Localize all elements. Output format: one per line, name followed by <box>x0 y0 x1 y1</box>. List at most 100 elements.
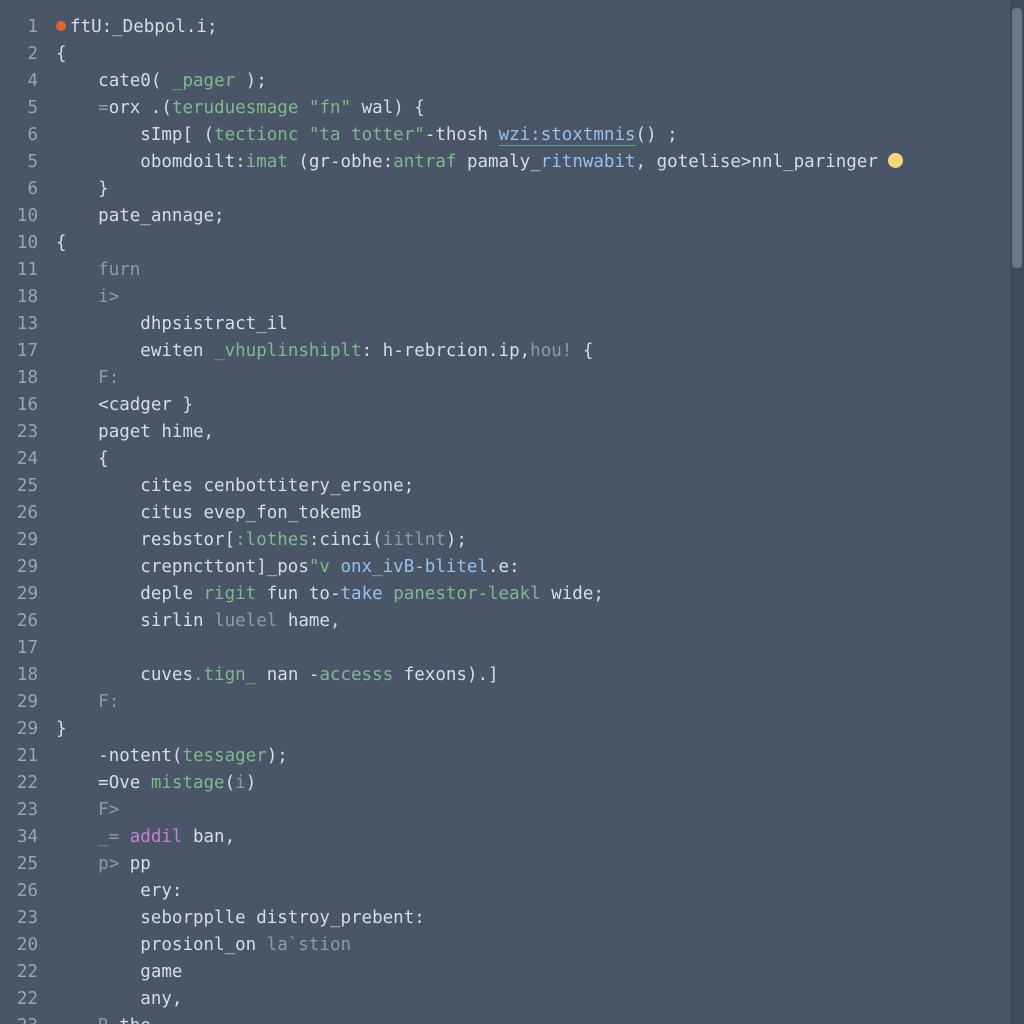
code-token: pp <box>130 854 151 874</box>
line-number[interactable]: 34 <box>0 824 48 851</box>
vertical-scrollbar[interactable] <box>1010 0 1024 1024</box>
line-number[interactable]: 4 <box>0 68 48 95</box>
code-line[interactable]: i> <box>56 284 1024 311</box>
code-token: deple <box>140 584 203 604</box>
code-token: gr-obhe: <box>309 152 393 172</box>
code-token: cites cenbottitery_ersone; <box>140 476 414 496</box>
code-line[interactable]: cate0( _pager ); <box>56 68 1024 95</box>
code-line[interactable]: sImp[ (tectionc "ta totter"-thosh wzi:st… <box>56 122 1024 149</box>
code-token: ( <box>151 71 172 91</box>
line-number[interactable]: 29 <box>0 581 48 608</box>
code-line[interactable]: resbstor[:lothes:cinci(iitlnt); <box>56 527 1024 554</box>
line-number[interactable]: 25 <box>0 851 48 878</box>
line-number[interactable]: 26 <box>0 608 48 635</box>
code-line[interactable]: seborpplle distroy_prebent: <box>56 905 1024 932</box>
line-number[interactable]: 23 <box>0 1013 48 1024</box>
code-line[interactable]: crepncttont]_pos"v onx_ivB-blitel.e: <box>56 554 1024 581</box>
line-number[interactable]: 29 <box>0 716 48 743</box>
code-line[interactable]: p> pp <box>56 851 1024 878</box>
code-line[interactable]: paget hime, <box>56 419 1024 446</box>
code-line[interactable]: cites cenbottitery_ersone; <box>56 473 1024 500</box>
code-line[interactable]: =orx .(teruduesmage "fn" wal) { <box>56 95 1024 122</box>
line-number[interactable]: 2 <box>0 41 48 68</box>
line-number[interactable]: 23 <box>0 419 48 446</box>
code-line[interactable]: { <box>56 41 1024 68</box>
code-line[interactable]: { <box>56 446 1024 473</box>
line-number[interactable]: 6 <box>0 176 48 203</box>
code-line[interactable]: deple rigit fun to-take panestor-leakl w… <box>56 581 1024 608</box>
line-number[interactable]: 13 <box>0 311 48 338</box>
line-number[interactable]: 18 <box>0 284 48 311</box>
code-line[interactable]: } <box>56 176 1024 203</box>
line-number[interactable]: 26 <box>0 500 48 527</box>
code-line[interactable]: prosionl_on la`stion <box>56 932 1024 959</box>
line-number[interactable]: 29 <box>0 554 48 581</box>
line-number[interactable]: 10 <box>0 203 48 230</box>
breakpoint-icon[interactable] <box>56 21 66 31</box>
code-line[interactable]: F: <box>56 365 1024 392</box>
code-token: iitlnt <box>383 530 446 550</box>
code-editor[interactable]: 1245656101011181317181623242526292929261… <box>0 0 1024 1024</box>
code-line[interactable]: F> <box>56 797 1024 824</box>
line-number[interactable]: 21 <box>0 743 48 770</box>
code-token: F> <box>98 800 119 820</box>
code-token: fexons) <box>404 665 478 685</box>
code-line[interactable]: game <box>56 959 1024 986</box>
line-number[interactable]: 17 <box>0 338 48 365</box>
line-number[interactable]: 23 <box>0 905 48 932</box>
line-number[interactable]: 22 <box>0 959 48 986</box>
line-number[interactable]: 20 <box>0 932 48 959</box>
code-line[interactable]: ewiten _vhuplinshiplt: h-rebrcion.ip,hou… <box>56 338 1024 365</box>
line-number[interactable]: 17 <box>0 635 48 662</box>
line-number-gutter[interactable]: 1245656101011181317181623242526292929261… <box>0 0 48 1024</box>
line-number[interactable]: 22 <box>0 770 48 797</box>
code-token: sirlin <box>140 611 214 631</box>
code-line[interactable]: sirlin luelel hame, <box>56 608 1024 635</box>
line-number[interactable]: 23 <box>0 797 48 824</box>
code-line[interactable]: } <box>56 716 1024 743</box>
line-number[interactable]: 11 <box>0 257 48 284</box>
code-line[interactable]: ery: <box>56 878 1024 905</box>
code-line[interactable]: dhpsistract_il <box>56 311 1024 338</box>
code-line[interactable]: cuves.tign_ nan -accesss fexons).] <box>56 662 1024 689</box>
line-number[interactable]: 18 <box>0 365 48 392</box>
code-line[interactable]: <cadger } <box>56 392 1024 419</box>
line-number[interactable]: 25 <box>0 473 48 500</box>
code-line[interactable]: pate_annage; <box>56 203 1024 230</box>
line-number[interactable]: 10 <box>0 230 48 257</box>
code-token: ban, <box>193 827 235 847</box>
code-line[interactable]: citus evep_fon_tokemB <box>56 500 1024 527</box>
line-number[interactable]: 22 <box>0 986 48 1013</box>
code-token: prosionl_on <box>140 935 266 955</box>
line-number[interactable]: 5 <box>0 149 48 176</box>
line-number[interactable]: 16 <box>0 392 48 419</box>
code-line[interactable]: { <box>56 230 1024 257</box>
line-number[interactable]: 29 <box>0 689 48 716</box>
code-token: : <box>362 341 383 361</box>
code-token: = <box>98 98 109 118</box>
line-number[interactable]: 6 <box>0 122 48 149</box>
code-token: i <box>235 773 246 793</box>
code-line[interactable]: obomdoilt:imat (gr-obhe:antraf pamaly_ri… <box>56 149 1024 176</box>
code-token: wzi:stoxtmnis <box>499 125 636 146</box>
line-number[interactable]: 1 <box>0 14 48 41</box>
line-number[interactable]: 18 <box>0 662 48 689</box>
code-line[interactable]: R the <box>56 1013 1024 1024</box>
code-line[interactable]: any, <box>56 986 1024 1013</box>
code-line[interactable]: _= addil ban, <box>56 824 1024 851</box>
line-number[interactable]: 5 <box>0 95 48 122</box>
code-line[interactable]: F: <box>56 689 1024 716</box>
code-token: .] <box>478 665 499 685</box>
code-token: { <box>98 449 109 469</box>
code-line[interactable]: ftU:_Debpol.i; <box>56 14 1024 41</box>
code-line[interactable] <box>56 635 1024 662</box>
scrollbar-thumb[interactable] <box>1012 8 1022 268</box>
code-line[interactable]: =Ove mistage(i) <box>56 770 1024 797</box>
code-area[interactable]: ftU:_Debpol.i;{ cate0( _pager ); =orx .(… <box>48 0 1024 1024</box>
code-line[interactable]: -notent(tessager); <box>56 743 1024 770</box>
line-number[interactable]: 29 <box>0 527 48 554</box>
line-number[interactable]: 24 <box>0 446 48 473</box>
line-number[interactable]: 26 <box>0 878 48 905</box>
code-token: :cinci( <box>309 530 383 550</box>
code-line[interactable]: furn <box>56 257 1024 284</box>
